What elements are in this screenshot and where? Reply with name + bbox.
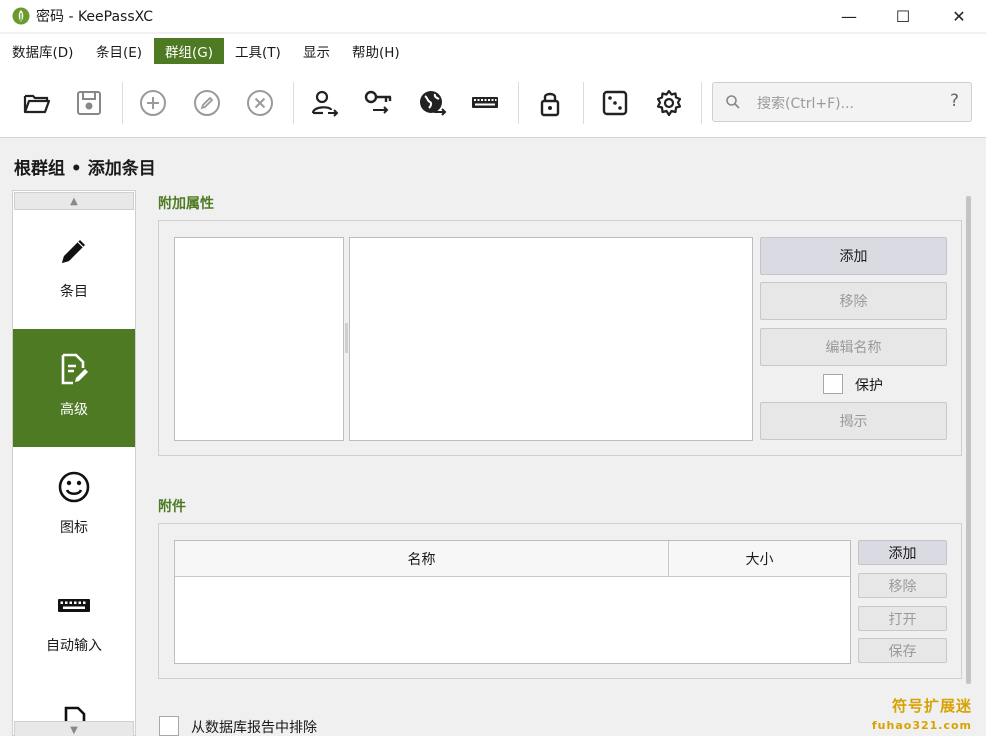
attributes-groupbox: 添加 移除 编辑名称 保护 揭示 <box>158 220 962 456</box>
search-input[interactable]: 搜索(Ctrl+F)... ? <box>712 82 972 122</box>
copy-username-icon[interactable] <box>309 88 339 118</box>
toolbar-separator <box>518 82 519 124</box>
category-entry[interactable]: 条目 <box>13 211 135 329</box>
save-attachment-button[interactable]: 保存 <box>858 638 947 663</box>
maximize-button[interactable]: ☐ <box>880 0 926 32</box>
watermark-url: fuhao321.com <box>871 719 972 732</box>
menu-tools[interactable]: 工具(T) <box>231 38 285 64</box>
advanced-document-icon <box>61 353 88 385</box>
category-icon[interactable]: 图标 <box>13 447 135 565</box>
rename-attribute-button[interactable]: 编辑名称 <box>760 328 947 366</box>
attachments-groupbox: 名称 大小 添加 移除 打开 保存 <box>158 523 962 679</box>
keyboard-icon <box>58 599 90 612</box>
toolbar-separator <box>122 82 123 124</box>
remove-attribute-button[interactable]: 移除 <box>760 282 947 320</box>
search-placeholder: 搜索(Ctrl+F)... <box>757 96 854 112</box>
category-advanced[interactable]: 高级 <box>13 329 135 447</box>
window-title: 密码 - KeePassXC <box>36 9 153 25</box>
settings-icon[interactable] <box>654 88 684 118</box>
toolbar-separator <box>701 82 702 124</box>
save-database-icon[interactable] <box>74 88 104 118</box>
column-header-size[interactable]: 大小 <box>669 541 850 577</box>
page-title: 根群组 • 添加条目 <box>14 159 156 179</box>
copy-url-icon[interactable] <box>417 88 447 118</box>
smiley-icon <box>58 471 90 503</box>
watermark-text: 符号扩展迷 <box>891 697 972 715</box>
reveal-button[interactable]: 揭示 <box>760 402 947 440</box>
add-attribute-button[interactable]: 添加 <box>760 237 947 275</box>
delete-entry-icon[interactable] <box>245 88 275 118</box>
menu-bar: 数据库(D) 条目(E) 群组(G) 工具(T) 显示 帮助(H) <box>0 34 986 68</box>
pencil-icon <box>62 240 85 263</box>
open-attachment-button[interactable]: 打开 <box>858 606 947 631</box>
attachments-section-title: 附件 <box>158 499 186 515</box>
add-attachment-button[interactable]: 添加 <box>858 540 947 565</box>
add-entry-icon[interactable] <box>138 88 168 118</box>
vertical-scrollbar[interactable] <box>966 196 971 684</box>
splitter-handle[interactable] <box>345 323 348 353</box>
autotype-icon[interactable] <box>470 88 500 118</box>
menu-database[interactable]: 数据库(D) <box>8 38 77 64</box>
lock-database-icon[interactable] <box>535 88 565 118</box>
minimize-button[interactable]: — <box>826 0 872 32</box>
menu-help[interactable]: 帮助(H) <box>348 38 404 64</box>
category-list: ▲ 条目 高级 图标 自动输入 ▼ <box>12 190 136 736</box>
keepassxc-logo-icon <box>12 7 30 25</box>
exclude-from-reports-label: 从数据库报告中排除 <box>191 720 317 736</box>
category-label: 图标 <box>60 520 88 536</box>
edit-entry-icon[interactable] <box>192 88 222 118</box>
open-database-icon[interactable] <box>22 88 52 118</box>
scroll-down-arrow[interactable]: ▼ <box>14 721 134 736</box>
attribute-value-editor[interactable] <box>349 237 753 441</box>
category-label: 自动输入 <box>46 638 102 654</box>
menu-entries[interactable]: 条目(E) <box>92 38 146 64</box>
exclude-from-reports-checkbox[interactable] <box>159 716 179 736</box>
password-generator-icon[interactable] <box>600 88 630 118</box>
category-label: 条目 <box>60 284 88 300</box>
toolbar-separator <box>293 82 294 124</box>
category-autotype[interactable]: 自动输入 <box>13 565 135 683</box>
column-header-name[interactable]: 名称 <box>175 541 669 577</box>
protect-label: 保护 <box>855 378 883 394</box>
toolbar-separator <box>583 82 584 124</box>
scroll-up-arrow[interactable]: ▲ <box>14 192 134 210</box>
title-bar: 密码 - KeePassXC — ☐ ✕ <box>0 0 986 32</box>
attachments-table[interactable]: 名称 大小 <box>174 540 851 664</box>
toolbar: 搜索(Ctrl+F)... ? <box>0 68 986 138</box>
attributes-section-title: 附加属性 <box>158 196 214 212</box>
menu-view[interactable]: 显示 <box>299 38 334 64</box>
keepassxc-window: 密码 - KeePassXC — ☐ ✕ 数据库(D) 条目(E) 群组(G) … <box>0 0 986 736</box>
protect-checkbox[interactable] <box>823 374 843 394</box>
search-help-icon[interactable]: ? <box>950 91 959 111</box>
remove-attachment-button[interactable]: 移除 <box>858 573 947 598</box>
menu-groups[interactable]: 群组(G) <box>154 38 224 64</box>
close-button[interactable]: ✕ <box>936 0 982 32</box>
search-icon <box>726 95 740 109</box>
attribute-name-list[interactable] <box>174 237 344 441</box>
category-label: 高级 <box>60 402 88 418</box>
copy-password-icon[interactable] <box>363 88 393 118</box>
